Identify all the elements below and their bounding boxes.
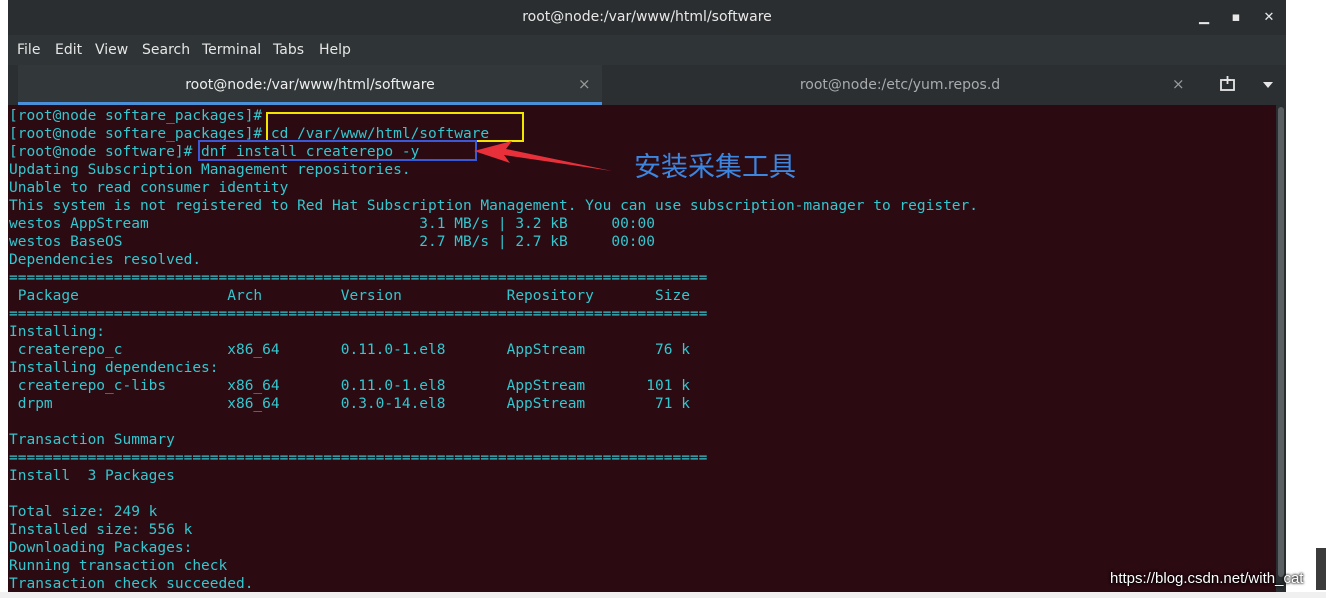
terminal-line: Unable to read consumer identity bbox=[9, 180, 289, 196]
terminal-line: [root@node softare_packages]# bbox=[9, 108, 271, 124]
terminal-line: Downloading Packages: bbox=[9, 540, 193, 556]
annotation-label: 安装采集工具 bbox=[634, 152, 796, 183]
new-tab-icon bbox=[1220, 76, 1235, 91]
title-bar[interactable]: root@node:/var/www/html/software ▁ ▪ ✕ bbox=[8, 0, 1286, 35]
tab-bar: root@node:/var/www/html/software × root@… bbox=[8, 65, 1286, 105]
terminal-line: westos BaseOS 2.7 MB/s | 2.7 kB 00:00 bbox=[9, 234, 656, 250]
menu-help[interactable]: Help bbox=[319, 42, 351, 58]
tab-close-icon[interactable]: × bbox=[578, 75, 591, 93]
terminal-line: Total size: 249 k bbox=[9, 504, 158, 520]
terminal-line: Transaction check succeeded. bbox=[9, 576, 254, 592]
terminal-window: root@node:/var/www/html/software ▁ ▪ ✕ F… bbox=[8, 0, 1286, 598]
chevron-down-icon bbox=[1263, 82, 1273, 88]
menu-file[interactable]: File bbox=[17, 42, 40, 58]
annotation-arrow-icon bbox=[474, 141, 612, 171]
terminal-line: Installing: bbox=[9, 324, 106, 340]
terminal-line: createrepo_c x86_64 0.11.0-1.el8 AppStre… bbox=[9, 342, 690, 358]
terminal-line: Install 3 Packages bbox=[9, 468, 175, 484]
menu-search[interactable]: Search bbox=[142, 42, 190, 58]
menu-tabs[interactable]: Tabs bbox=[273, 42, 304, 58]
highlight-blue-box bbox=[198, 140, 477, 161]
menu-terminal[interactable]: Terminal bbox=[202, 42, 261, 58]
scrollbar-thumb[interactable] bbox=[1278, 107, 1284, 577]
menu-view[interactable]: View bbox=[95, 42, 128, 58]
terminal-line: Package Arch Version Repository Size bbox=[9, 288, 690, 304]
tab-close-icon[interactable]: × bbox=[1172, 75, 1185, 93]
terminal-line: Running transaction check bbox=[9, 558, 228, 574]
terminal-line: ========================================… bbox=[9, 306, 708, 322]
terminal-line: drpm x86_64 0.3.0-14.el8 AppStream 71 k bbox=[9, 396, 690, 412]
tab-yum-repos[interactable]: root@node:/etc/yum.repos.d × bbox=[602, 65, 1198, 105]
terminal-scrollbar[interactable] bbox=[1276, 105, 1286, 598]
new-tab-button[interactable] bbox=[1218, 65, 1242, 105]
tab-label: root@node:/var/www/html/software bbox=[185, 77, 435, 93]
terminal-line: ========================================… bbox=[9, 270, 708, 286]
close-icon[interactable]: ✕ bbox=[1259, 8, 1279, 28]
terminal-line: This system is not registered to Red Hat… bbox=[9, 198, 979, 214]
tabs-menu-button[interactable] bbox=[1260, 65, 1280, 105]
menu-bar: File Edit View Search Terminal Tabs Help bbox=[8, 35, 1286, 65]
watermark: https://blog.csdn.net/with_cat bbox=[1110, 570, 1304, 587]
background-strip bbox=[1286, 0, 1326, 598]
background-edge bbox=[1316, 548, 1326, 590]
terminal-line: Installed size: 556 k bbox=[9, 522, 193, 538]
terminal-line: createrepo_c-libs x86_64 0.11.0-1.el8 Ap… bbox=[9, 378, 690, 394]
maximize-icon[interactable]: ▪ bbox=[1226, 8, 1246, 28]
terminal-line: Transaction Summary bbox=[9, 432, 175, 448]
window-title: root@node:/var/www/html/software bbox=[522, 9, 772, 25]
terminal-line: ========================================… bbox=[9, 450, 708, 466]
tab-software[interactable]: root@node:/var/www/html/software × bbox=[18, 65, 602, 105]
menu-edit[interactable]: Edit bbox=[55, 42, 82, 58]
terminal-output[interactable]: [root@node softare_packages]# [root@node… bbox=[8, 105, 1276, 598]
minimize-icon[interactable]: ▁ bbox=[1194, 8, 1214, 28]
terminal-line: Dependencies resolved. bbox=[9, 252, 202, 268]
terminal-line: westos AppStream 3.1 MB/s | 3.2 kB 00:00 bbox=[9, 216, 656, 232]
taskbar-edge bbox=[0, 592, 1326, 598]
terminal-line: Updating Subscription Management reposit… bbox=[9, 162, 411, 178]
terminal-line: Installing dependencies: bbox=[9, 360, 219, 376]
tab-label: root@node:/etc/yum.repos.d bbox=[799, 77, 1001, 93]
